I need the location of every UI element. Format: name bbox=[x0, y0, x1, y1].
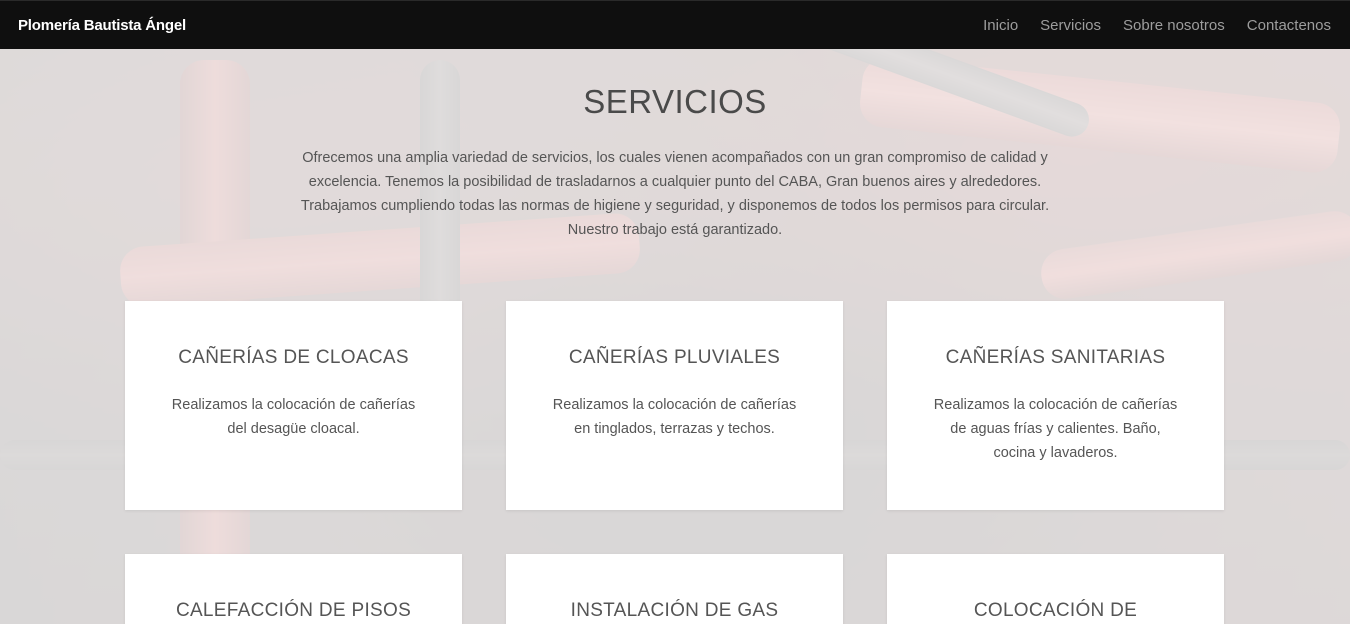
service-card-text: Realizamos la colocación de cañerías en … bbox=[552, 397, 797, 437]
nav-link-sobre-nosotros[interactable]: Sobre nosotros bbox=[1123, 17, 1225, 34]
nav-link-servicios[interactable]: Servicios bbox=[1040, 17, 1101, 34]
service-card-text: Realizamos la colocación de cañerías del… bbox=[171, 397, 416, 437]
service-card-title: CAÑERÍAS PLUVIALES bbox=[568, 347, 781, 368]
service-card: INSTALACIÓN DE GAS bbox=[506, 554, 843, 624]
service-card: CAÑERÍAS PLUVIALES Realizamos la colocac… bbox=[506, 301, 843, 510]
service-card-title: COLOCACIÓN DE bbox=[973, 600, 1138, 621]
service-card-title: CAÑERÍAS SANITARIAS bbox=[945, 347, 1166, 368]
service-card: CAÑERÍAS DE CLOACAS Realizamos la coloca… bbox=[125, 301, 462, 510]
section-intro: Ofrecemos una amplia variedad de servici… bbox=[300, 150, 1050, 238]
nav-link-contactenos[interactable]: Contactenos bbox=[1247, 17, 1331, 34]
service-card-text: Realizamos la colocación de cañerías de … bbox=[933, 397, 1178, 461]
service-card-title: CALEFACCIÓN DE PISOS bbox=[175, 600, 412, 621]
service-card-title: CAÑERÍAS DE CLOACAS bbox=[178, 347, 409, 368]
service-card: CALEFACCIÓN DE PISOS bbox=[125, 554, 462, 624]
nav-link-inicio[interactable]: Inicio bbox=[983, 17, 1018, 34]
services-section: SERVICIOS Ofrecemos una amplia variedad … bbox=[0, 49, 1350, 624]
service-card: COLOCACIÓN DE bbox=[887, 554, 1224, 624]
service-card-title: INSTALACIÓN DE GAS bbox=[570, 600, 779, 621]
top-navbar: Plomería Bautista Ángel Inicio Servicios… bbox=[0, 0, 1350, 49]
brand-name[interactable]: Plomería Bautista Ángel bbox=[18, 17, 186, 34]
section-heading: SERVICIOS bbox=[583, 83, 767, 120]
service-card: CAÑERÍAS SANITARIAS Realizamos la coloca… bbox=[887, 301, 1224, 510]
nav-links: Inicio Servicios Sobre nosotros Contacte… bbox=[983, 17, 1331, 34]
